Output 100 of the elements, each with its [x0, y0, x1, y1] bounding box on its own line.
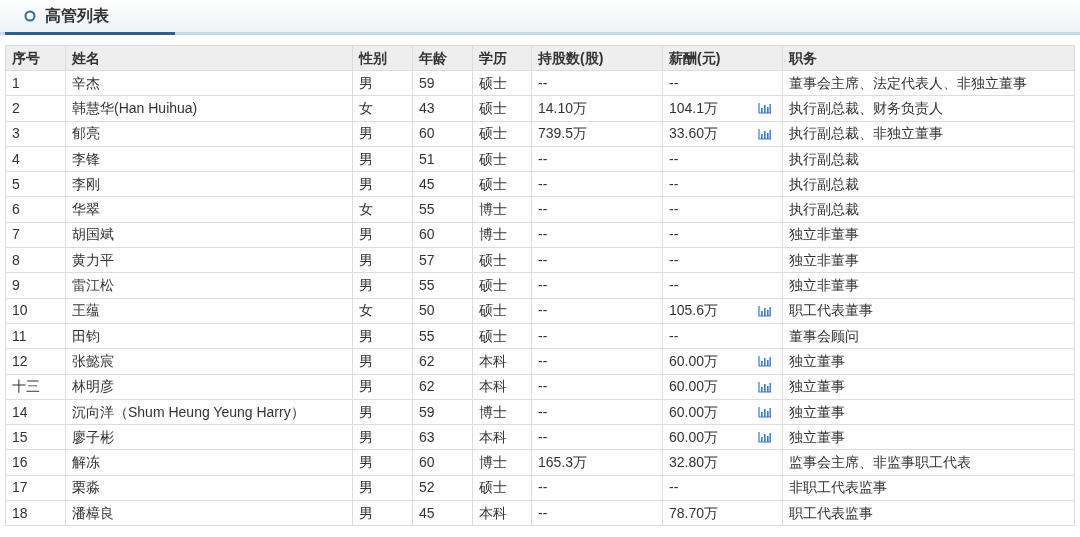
- table-cell: 硕士: [472, 146, 532, 172]
- table-cell: 华翠: [65, 197, 353, 223]
- table-cell: 男: [352, 475, 413, 501]
- table-cell: --: [531, 399, 663, 425]
- table-cell: 52: [412, 475, 473, 501]
- table-cell: --: [531, 70, 663, 96]
- table-cell: 男: [352, 222, 413, 248]
- table-cell-text: 60.00万: [669, 351, 719, 371]
- table-cell-text: 60.00万: [669, 377, 719, 397]
- table-cell-text: --: [669, 326, 679, 346]
- table-cell: 独立董事: [782, 424, 1075, 450]
- table-cell: 男: [352, 70, 413, 96]
- table-cell: --: [531, 222, 663, 248]
- circle-icon: [24, 10, 36, 22]
- table-cell: --: [531, 197, 663, 223]
- table-cell: --: [531, 323, 663, 349]
- table-cell: 6: [5, 197, 66, 223]
- table-cell: 硕士: [472, 70, 532, 96]
- table-cell: --: [531, 374, 663, 400]
- table-cell: 45: [412, 171, 473, 197]
- table-cell: 男: [352, 449, 413, 476]
- table-cell: 韩慧华(Han Huihua): [65, 95, 353, 122]
- table-cell: --: [531, 424, 663, 450]
- table-cell: 59: [412, 70, 473, 96]
- table-cell: 男: [352, 171, 413, 197]
- table-cell: 执行副总裁: [782, 146, 1075, 172]
- table-cell: 栗淼: [65, 475, 353, 501]
- table-cell: 郁亮: [65, 121, 353, 147]
- table-cell: 硕士: [472, 298, 532, 324]
- table-cell: 职工代表监事: [782, 500, 1075, 526]
- table-cell: 50: [412, 298, 473, 324]
- table-cell: 独立董事: [782, 374, 1075, 400]
- table-cell-text: --: [669, 250, 679, 270]
- table-cell: 男: [352, 146, 413, 172]
- table-cell: 45: [412, 500, 473, 526]
- column-header: 职务: [782, 45, 1075, 71]
- table-cell: 女: [352, 197, 413, 223]
- table-cell-text: --: [669, 174, 679, 194]
- table-cell: 3: [5, 121, 66, 147]
- table-cell: 7: [5, 222, 66, 248]
- table-cell: 本科: [472, 424, 532, 450]
- column-header: 性别: [352, 45, 413, 71]
- table-cell: 5: [5, 171, 66, 197]
- table-cell: 硕士: [472, 95, 532, 122]
- bar-chart-icon[interactable]: [758, 102, 772, 115]
- table-cell: --: [531, 348, 663, 375]
- table-cell: 59: [412, 399, 473, 425]
- table-cell: --: [531, 146, 663, 172]
- table-cell: 12: [5, 348, 66, 375]
- column-header: 姓名: [65, 45, 353, 71]
- table-cell: 沉向洋（Shum Heung Yeung Harry）: [65, 399, 353, 425]
- table-cell: 独立非董事: [782, 247, 1075, 273]
- bar-chart-icon[interactable]: [758, 431, 772, 444]
- table-cell: 博士: [472, 197, 532, 223]
- table-cell: 非职工代表监事: [782, 475, 1075, 501]
- bar-chart-icon[interactable]: [758, 406, 772, 418]
- table-cell: 硕士: [472, 323, 532, 349]
- table-cell: 14: [5, 399, 66, 425]
- table-cell: 男: [352, 348, 413, 375]
- table-cell: 男: [352, 374, 413, 400]
- table-cell-text: --: [669, 225, 679, 245]
- table-cell: 15: [5, 424, 66, 450]
- table-cell: 博士: [472, 399, 532, 425]
- table-cell-text: 105.6万: [669, 301, 719, 321]
- table-cell: 十三: [5, 374, 66, 400]
- table-cell: 男: [352, 247, 413, 273]
- table-cell: 李刚: [65, 171, 353, 197]
- table-cell-text: 60.00万: [669, 402, 719, 422]
- table-cell: --: [531, 247, 663, 273]
- table-cell: 独立非董事: [782, 222, 1075, 248]
- bar-chart-icon[interactable]: [758, 355, 772, 368]
- table-cell: 男: [352, 424, 413, 450]
- table-cell: 田钧: [65, 323, 353, 349]
- bar-chart-icon[interactable]: [758, 127, 772, 140]
- table-cell: 黄力平: [65, 247, 353, 273]
- table-cell: 18: [5, 500, 66, 526]
- table-cell: 62: [412, 374, 473, 400]
- table-cell-text: 104.1万: [669, 98, 719, 118]
- table-cell: 9: [5, 272, 66, 299]
- table-cell: 62: [412, 348, 473, 375]
- table-cell: 执行副总裁、财务负责人: [782, 95, 1075, 122]
- table-cell: 硕士: [472, 475, 532, 501]
- table-cell: 李锋: [65, 146, 353, 172]
- table-cell: 16: [5, 449, 66, 476]
- table-cell: 8: [5, 247, 66, 273]
- table-cell: 董事会主席、法定代表人、非独立董事: [782, 70, 1075, 96]
- table-cell: 博士: [472, 449, 532, 476]
- table-cell-text: 33.60万: [669, 124, 719, 144]
- table-cell: 43: [412, 95, 473, 122]
- table-cell: 雷江松: [65, 272, 353, 299]
- bar-chart-icon[interactable]: [758, 380, 772, 393]
- table-cell: 4: [5, 146, 66, 172]
- table-cell: 男: [352, 399, 413, 425]
- table-cell: --: [531, 171, 663, 197]
- table-cell: 执行副总裁、非独立董事: [782, 121, 1075, 147]
- bar-chart-icon[interactable]: [758, 304, 772, 317]
- table-cell: 硕士: [472, 272, 532, 299]
- table-cell: 57: [412, 247, 473, 273]
- table-cell: 60: [412, 121, 473, 147]
- table-cell: 17: [5, 475, 66, 501]
